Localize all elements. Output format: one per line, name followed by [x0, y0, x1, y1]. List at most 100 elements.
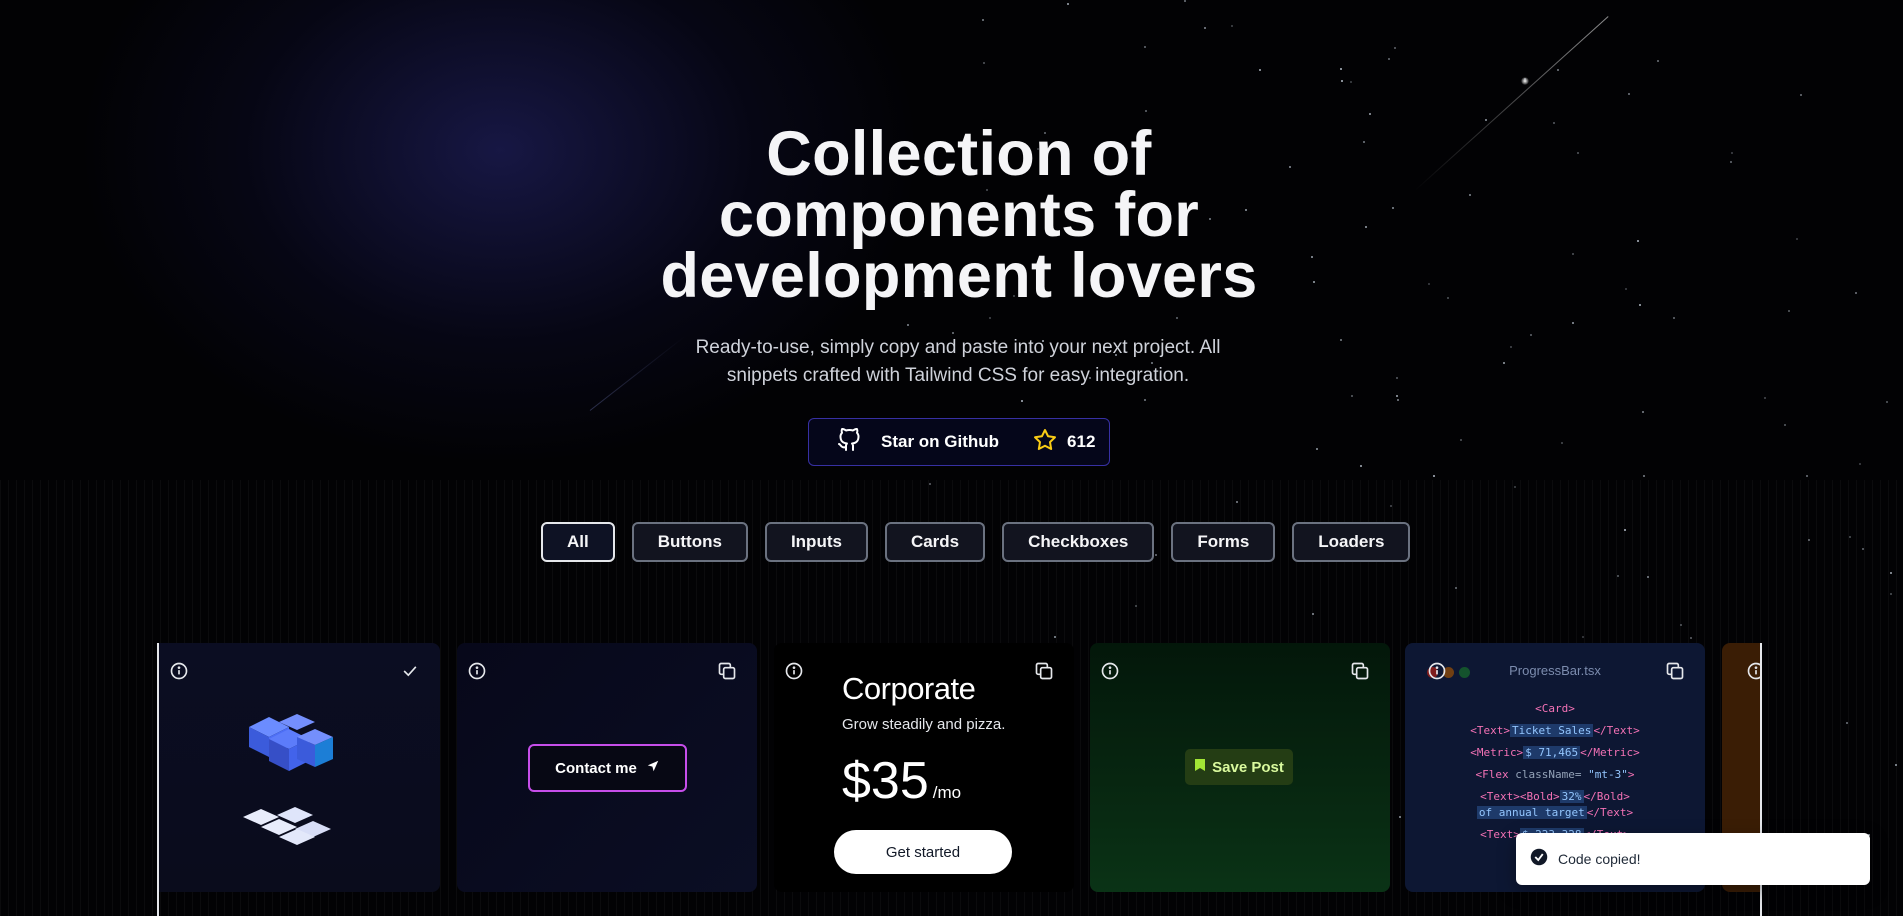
check-icon[interactable]: [400, 661, 420, 686]
star-dot: [1638, 304, 1641, 306]
star-dot: [1861, 548, 1864, 551]
star-dot: [1796, 238, 1799, 241]
star-dot: [1310, 255, 1313, 258]
star-dot: [1388, 57, 1391, 60]
star-dot: [1460, 438, 1463, 441]
info-icon[interactable]: [784, 661, 804, 686]
star-dot: [1623, 529, 1626, 532]
star-dot: [1510, 345, 1513, 348]
star-dot: [1396, 377, 1399, 380]
star-dot: [1800, 94, 1803, 97]
copy-icon[interactable]: [1665, 661, 1685, 686]
code-snippet: <Card> <Text> Ticket Sales </Text> <Metric…: [1470, 702, 1640, 841]
contact-me-button[interactable]: Contact me: [528, 744, 687, 792]
copy-icon[interactable]: [717, 661, 737, 686]
star-dot: [1469, 193, 1472, 196]
star-dot: [1730, 160, 1733, 163]
star-dot: [1557, 68, 1560, 71]
star-dot: [1859, 462, 1862, 465]
star-on-github-button[interactable]: Star on Github 612: [808, 418, 1110, 466]
star-dot: [1312, 281, 1315, 284]
star-dot: [1889, 571, 1892, 574]
star-dot: [1581, 636, 1584, 639]
star-dot: [1067, 2, 1070, 5]
filter-forms[interactable]: Forms: [1171, 522, 1276, 562]
star-dot: [1628, 92, 1631, 95]
star-dot: [1020, 399, 1023, 402]
star-dot: [1259, 69, 1262, 72]
filter-buttons[interactable]: Buttons: [631, 522, 748, 562]
price-value: $35: [842, 752, 929, 810]
filter-loaders[interactable]: Loaders: [1292, 522, 1411, 562]
star-dot: [1394, 46, 1397, 49]
star-dot: [1637, 240, 1640, 243]
star-dot: [1398, 815, 1401, 818]
info-icon[interactable]: [1746, 661, 1760, 686]
star-dot: [1360, 464, 1363, 467]
save-post-label: Save Post: [1212, 758, 1284, 776]
code-percent: 32%: [1559, 790, 1584, 803]
send-icon: [646, 759, 660, 777]
star-dot: [1647, 576, 1650, 579]
star-dot: [1530, 333, 1533, 336]
filter-cards[interactable]: Cards: [884, 522, 986, 562]
info-icon[interactable]: [169, 661, 189, 686]
star-dot: [1176, 317, 1179, 320]
star-icon: [1033, 428, 1057, 457]
star-dot: [1143, 398, 1146, 401]
star-dot: [1845, 722, 1848, 725]
star-dot: [1730, 151, 1733, 154]
save-post-button[interactable]: Save Post: [1185, 749, 1293, 785]
bookmark-icon: [1194, 758, 1206, 776]
filter-inputs[interactable]: Inputs: [764, 522, 868, 562]
star-dot: [1204, 26, 1207, 29]
code-filename: ProgressBar.tsx: [1509, 663, 1601, 678]
hero-title: Collection of components for development…: [660, 119, 1258, 311]
component-card-cubes: [159, 643, 440, 892]
star-dot: [1680, 623, 1683, 626]
pricing-amount: $35 /mo: [842, 751, 961, 811]
star-dot: [1350, 395, 1353, 398]
star-dot: [1454, 587, 1457, 590]
star-dot: [1848, 536, 1851, 539]
contact-me-label: Contact me: [555, 759, 637, 777]
star-dot: [1341, 80, 1344, 83]
copy-icon[interactable]: [1350, 661, 1370, 686]
star-dot: [1230, 24, 1233, 27]
star-dot: [981, 18, 984, 21]
star-dot: [1396, 398, 1399, 401]
star-dot: [1145, 109, 1148, 112]
github-button-label: Star on Github: [881, 432, 1000, 451]
component-card-save-post: Save Post: [1090, 643, 1390, 892]
info-icon[interactable]: [1100, 661, 1120, 686]
star-dot: [1350, 81, 1353, 84]
star-dot: [928, 483, 931, 486]
star-dot: [1894, 763, 1897, 766]
filter-checkboxes[interactable]: Checkboxes: [1002, 522, 1155, 562]
star-dot: [1392, 206, 1395, 209]
star-dot: [1885, 401, 1888, 404]
copy-icon[interactable]: [1034, 661, 1054, 686]
star-count: 612: [1067, 432, 1096, 451]
github-icon: [837, 427, 861, 457]
shooting-star-faint: [589, 336, 685, 411]
star-dot: [1427, 283, 1430, 286]
get-started-button[interactable]: Get started: [834, 830, 1012, 874]
blue-cubes-icon: [239, 707, 339, 784]
check-circle-icon: [1530, 848, 1548, 871]
shooting-star-head: [1521, 77, 1529, 85]
star-dot: [1315, 447, 1318, 450]
star-dot: [1552, 122, 1555, 125]
filter-all[interactable]: All: [541, 522, 615, 562]
star-dot: [1576, 151, 1579, 154]
info-icon[interactable]: [467, 661, 487, 686]
star-dot: [1571, 321, 1574, 324]
star-dot: [1369, 112, 1372, 115]
star-dot: [1395, 394, 1398, 397]
star-dot: [1657, 60, 1660, 62]
star-dot: [982, 61, 985, 64]
star-dot: [1364, 226, 1367, 229]
star-dot: [1690, 637, 1693, 639]
star-dot: [1807, 539, 1810, 542]
star-dot: [1616, 575, 1619, 578]
